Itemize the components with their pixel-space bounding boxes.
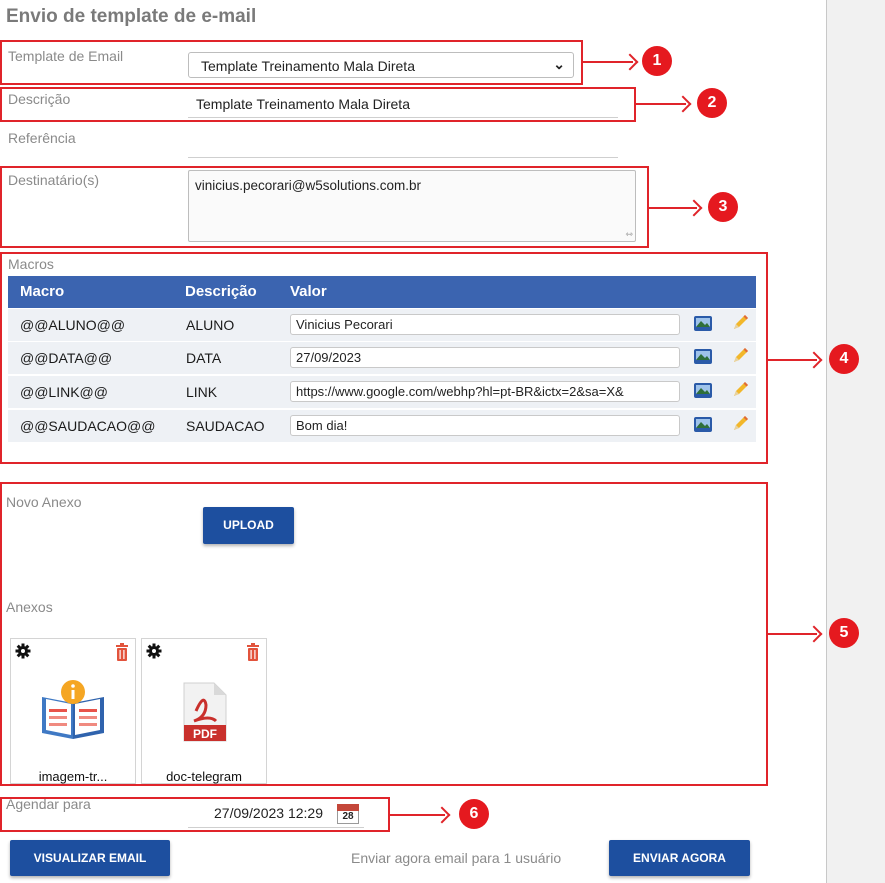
send-info-text: Enviar agora email para 1 usuário [351,850,562,866]
referencia-label: Referência [8,130,76,146]
annotation-box-4 [0,252,768,464]
annotation-box-3 [0,166,649,248]
annotation-box-5 [0,482,768,786]
enviar-agora-button[interactable]: ENVIAR AGORA [609,840,750,876]
referencia-input[interactable] [188,136,618,158]
callout-number-6: 6 [459,799,489,829]
callout-number-2: 2 [697,88,727,118]
callout-number-4: 4 [829,344,859,374]
callout-number-3: 3 [708,192,738,222]
annotation-box-2 [0,87,636,122]
annotation-box-1 [0,40,583,85]
callout-number-5: 5 [829,618,859,648]
callout-number-1: 1 [642,46,672,76]
page-title: Envio de template de e-mail [6,6,257,27]
annotation-box-6 [0,797,390,832]
visualizar-email-button[interactable]: VISUALIZAR EMAIL [10,840,170,876]
